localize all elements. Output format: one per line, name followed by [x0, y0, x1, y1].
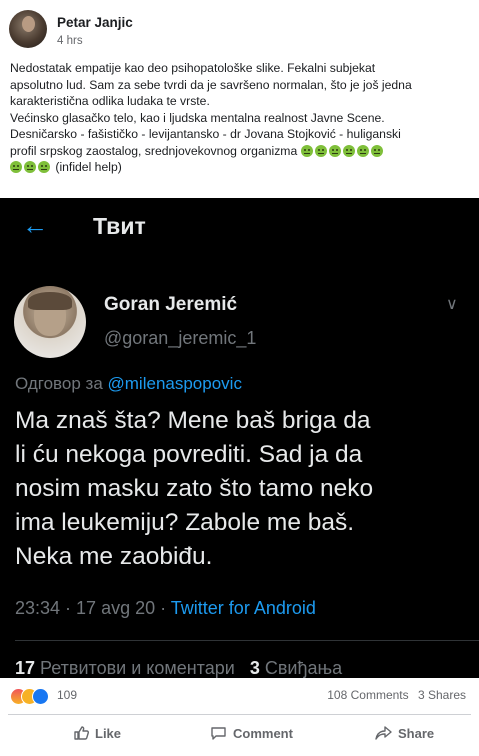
nauseated-face-icon: [300, 144, 313, 157]
nauseated-face-icon: [38, 161, 50, 173]
divider: [15, 640, 479, 641]
tweet-body-line: Neka me zaobiđu.: [15, 543, 213, 570]
nauseated-face-icon: [356, 144, 369, 157]
post-text-line: Desničarsko - fašističko - levijantansko…: [10, 127, 401, 141]
nauseated-face-icon: [342, 144, 355, 157]
mention: @milenaspopovic: [107, 374, 242, 393]
tweet-body-line: Ma znaš šta? Mene baš briga da: [15, 407, 371, 434]
action-bar: Like Comment Share: [0, 720, 479, 750]
post-time[interactable]: 4 hrs: [57, 35, 83, 47]
shares-count[interactable]: 3 Shares: [418, 688, 466, 702]
nauseated-face-icon: [10, 161, 22, 173]
comment-icon: [211, 727, 226, 740]
share-button[interactable]: Share: [375, 725, 434, 741]
reactions-row: 109 108 Comments 3 Shares: [0, 683, 479, 709]
post-text-line: (infidel help): [10, 159, 472, 176]
tweet-source: Twitter for Android: [170, 598, 316, 618]
tweet-author-handle: @goran_jeremic_1: [104, 328, 257, 348]
post-header: Petar Janjic 4 hrs: [0, 0, 479, 54]
comment-button[interactable]: Comment: [210, 725, 293, 741]
tweet-body-line: ima leukemiju? Zabole me baš.: [15, 509, 355, 536]
comment-label: Comment: [233, 725, 293, 741]
tweet-reply-to: Одговор за @milenaspopovic: [15, 374, 242, 393]
engagement-counts: 108 Comments 3 Shares: [327, 688, 466, 702]
author-name[interactable]: Petar Janjic: [57, 15, 133, 30]
tweet-meta: 23:34 · 17 avg 20 · Twitter for Android: [15, 598, 316, 618]
post-text-line: profil srpskog zaostalog, srednjovekovno…: [10, 143, 472, 160]
tweet-stats: 17 Ретвитови и коментари 3 Свиђања: [15, 658, 343, 678]
tweet-body-line: nosim masku zato što tamo neko: [15, 475, 374, 502]
post-text-line: apsolutno lud. Sam za sebe tvrdi da je s…: [10, 77, 412, 92]
tweet-author-name: Goran Jeremić: [104, 294, 238, 315]
share-icon: [375, 726, 392, 740]
arrow-left-icon: ←: [22, 210, 48, 240]
tweet-body: Ma znaš šta? Mene baš briga da li ću nek…: [15, 404, 465, 574]
nauseated-face-icon: [314, 144, 327, 157]
share-label: Share: [398, 725, 435, 741]
divider: [8, 714, 471, 715]
author-avatar[interactable]: [9, 10, 47, 48]
tweet-screenshot: ← Твит Goran Jeremić @goran_jeremic_1 ∨ …: [0, 198, 479, 678]
chevron-down-icon: ∨: [446, 296, 458, 313]
like-button[interactable]: Like: [73, 725, 121, 741]
nauseated-face-icon: [24, 161, 36, 173]
post-text-line: karakteristična odlika ludaka te vrste.: [10, 94, 210, 108]
tweet-header-title: Твит: [93, 213, 146, 239]
reaction-count[interactable]: 109: [57, 688, 77, 702]
comments-count[interactable]: 108 Comments: [327, 688, 408, 702]
post-text-line: Većinsko glasačko telo, kao i ljudska me…: [10, 110, 385, 125]
thumbs-up-icon: [74, 726, 89, 740]
like-reaction-icon: [32, 688, 49, 705]
nauseated-face-icon: [328, 144, 341, 157]
post-text: Nedostatak empatije kao deo psihopatološ…: [10, 60, 472, 176]
post-text-line: Nedostatak empatije kao deo psihopatološ…: [10, 61, 376, 75]
like-label: Like: [95, 725, 122, 741]
tweet-body-line: li ću nekoga povrediti. Sad ja da: [15, 441, 363, 468]
nauseated-face-icon: [370, 144, 383, 157]
tweet-avatar: [14, 286, 86, 358]
